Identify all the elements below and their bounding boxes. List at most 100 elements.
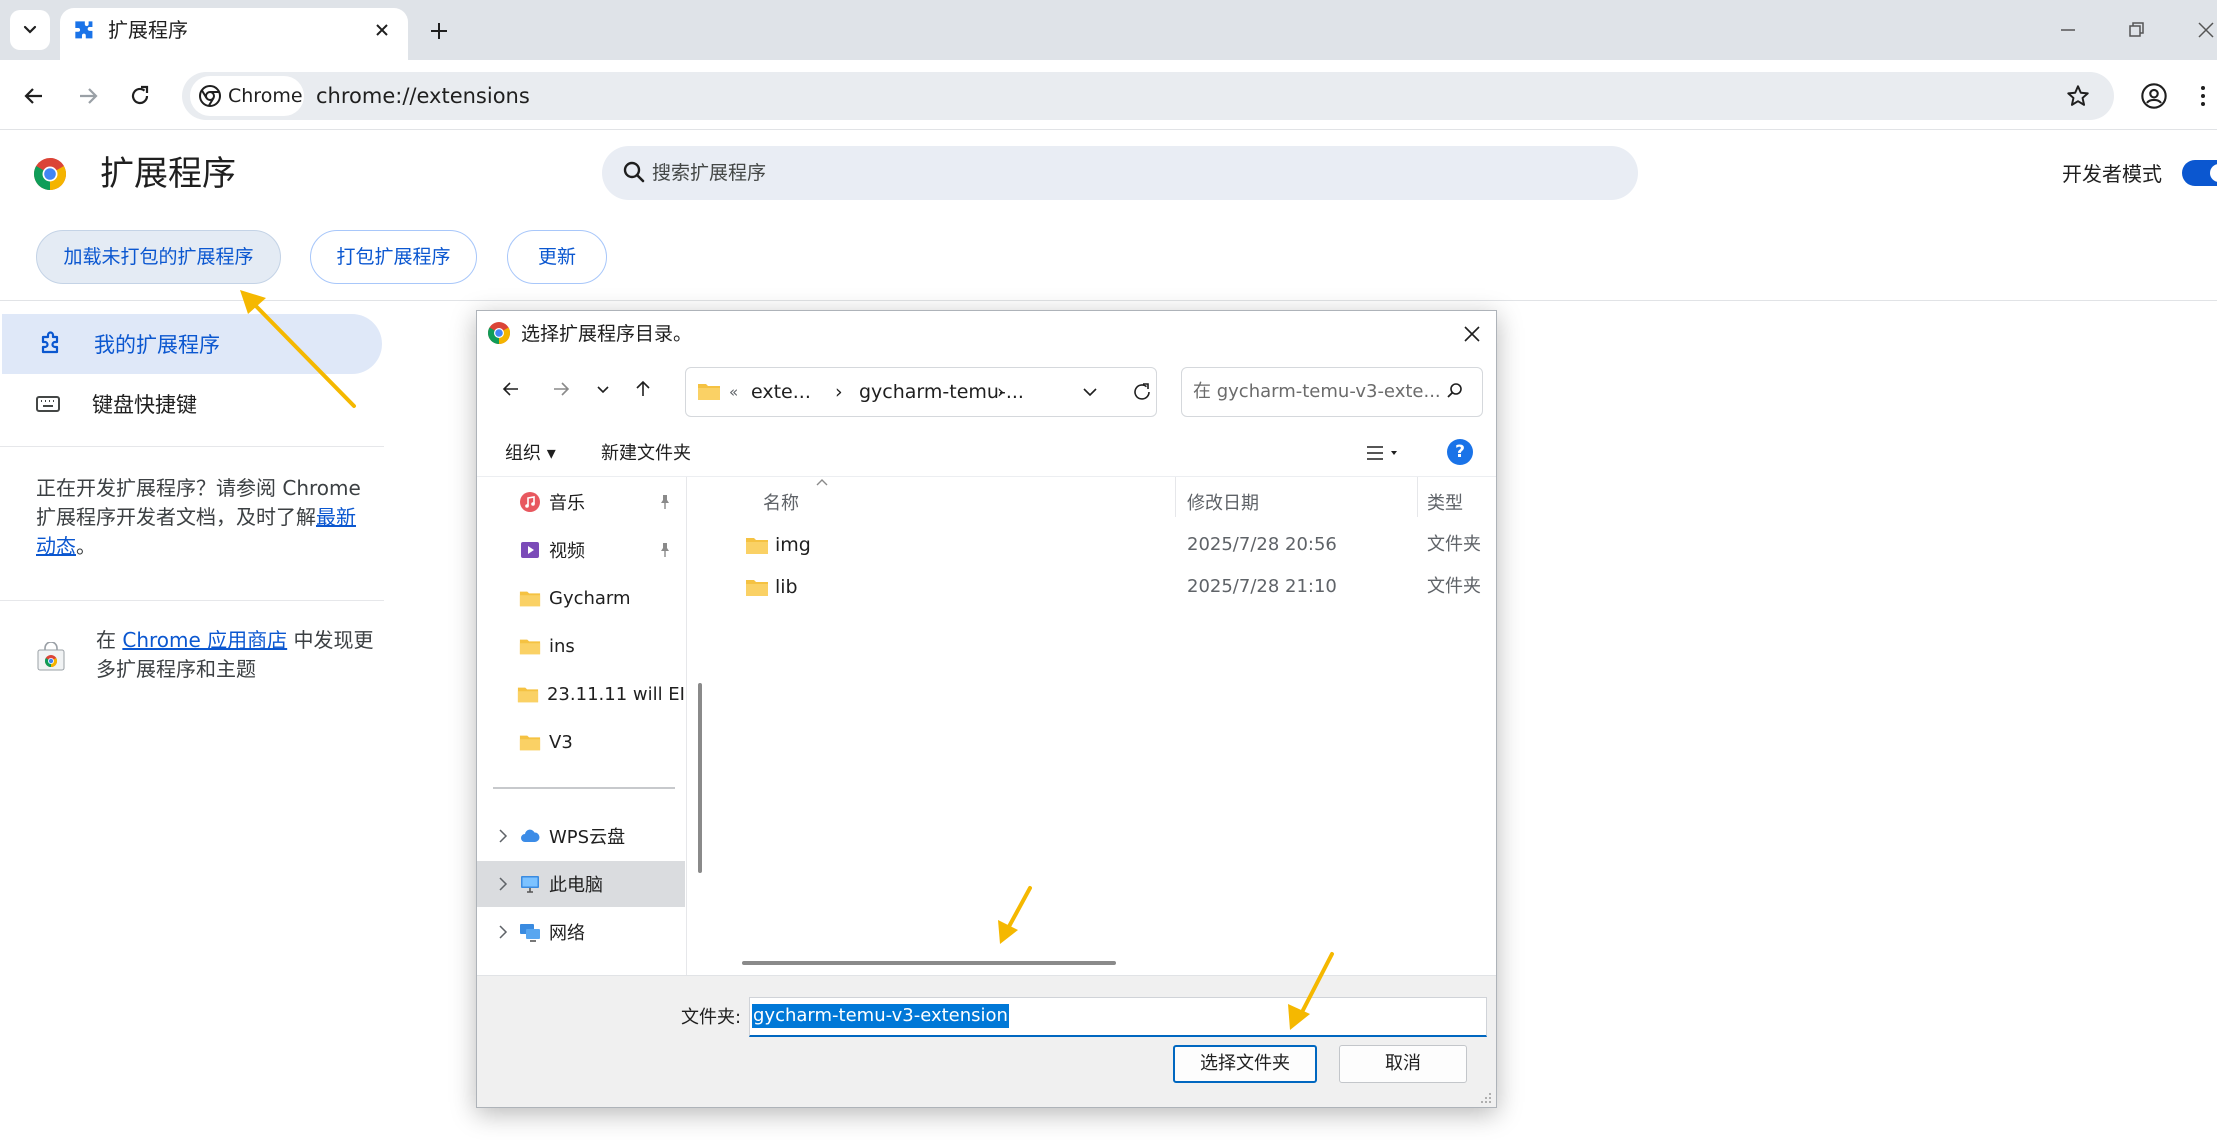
column-divider[interactable] bbox=[1175, 477, 1176, 517]
address-history-button[interactable] bbox=[1081, 383, 1099, 401]
dialog-forward-button[interactable] bbox=[543, 371, 579, 407]
dialog-close-button[interactable] bbox=[1457, 319, 1487, 349]
forward-arrow-icon bbox=[554, 382, 570, 396]
video-icon bbox=[519, 539, 541, 561]
pin-icon bbox=[661, 495, 669, 509]
new-tab-button[interactable] bbox=[422, 14, 456, 48]
file-list-scrollbar[interactable] bbox=[742, 961, 1116, 965]
view-options-button[interactable] bbox=[1363, 441, 1403, 465]
file-type: 文件夹 bbox=[1427, 534, 1481, 555]
help-icon[interactable]: ? bbox=[1447, 439, 1473, 465]
profile-button[interactable] bbox=[2132, 74, 2176, 118]
organize-menu[interactable]: 组织 ▾ bbox=[505, 439, 556, 469]
web-store-icon bbox=[36, 642, 66, 672]
cancel-button[interactable]: 取消 bbox=[1339, 1045, 1467, 1083]
annotation-arrow-icon bbox=[240, 290, 356, 408]
puzzle-icon bbox=[72, 18, 96, 42]
chevron-right-icon[interactable] bbox=[493, 826, 513, 846]
tree-item[interactable]: V3 bbox=[477, 719, 685, 765]
column-header-type[interactable]: 类型 bbox=[1427, 491, 1463, 517]
file-row[interactable]: img 2025/7/28 20:56 文件夹 bbox=[745, 527, 1485, 563]
navigation-scrollbar[interactable] bbox=[698, 683, 702, 873]
more-vert-icon bbox=[2201, 86, 2205, 106]
annotation-arrow-icon bbox=[1288, 952, 1334, 1030]
site-info-chip[interactable]: Chrome bbox=[190, 76, 304, 116]
chevron-right-icon[interactable] bbox=[493, 922, 513, 942]
column-header-date[interactable]: 修改日期 bbox=[1187, 491, 1259, 517]
tree-item[interactable]: 23.11.11 will EI bbox=[477, 671, 685, 717]
chrome-logo-icon bbox=[199, 85, 221, 107]
tree-item-label: 音乐 bbox=[549, 493, 585, 514]
recent-locations-button[interactable] bbox=[585, 371, 621, 407]
select-folder-dialog: 选择扩展程序目录。 « exte... › gycharm-temu-... ›… bbox=[476, 310, 1497, 1108]
tree-item[interactable]: WPS云盘 bbox=[477, 813, 685, 859]
forward-button[interactable] bbox=[66, 74, 110, 118]
tree-item-label: 23.11.11 will EI bbox=[546, 683, 685, 705]
tree-item[interactable]: 音乐 bbox=[477, 479, 685, 525]
tree-divider bbox=[493, 787, 675, 789]
sidebar-item-label: 我的扩展程序 bbox=[94, 333, 220, 357]
minimize-button[interactable] bbox=[2048, 12, 2088, 48]
chrome-logo-icon bbox=[487, 321, 511, 345]
reload-button[interactable] bbox=[118, 74, 162, 118]
menu-button[interactable] bbox=[2190, 74, 2216, 118]
star-icon bbox=[2067, 85, 2089, 106]
column-header-name[interactable]: 名称 bbox=[763, 491, 799, 517]
chevron-down-icon bbox=[23, 25, 37, 34]
bookmark-button[interactable] bbox=[2056, 74, 2100, 118]
plus-icon bbox=[431, 23, 447, 39]
chevron-right-icon[interactable] bbox=[493, 874, 513, 894]
close-icon bbox=[376, 24, 388, 36]
folder-icon bbox=[519, 635, 541, 657]
folder-name-input[interactable]: gycharm-temu-v3-extension bbox=[749, 997, 1487, 1037]
file-type: 文件夹 bbox=[1427, 576, 1481, 597]
tree-item-label: V3 bbox=[549, 731, 573, 753]
annotation-arrow-icon bbox=[998, 886, 1032, 944]
tree-item-label: Gycharm bbox=[549, 587, 631, 609]
tab-close-button[interactable] bbox=[368, 16, 396, 44]
web-store-link[interactable]: Chrome 应用商店 bbox=[122, 628, 287, 652]
column-divider[interactable] bbox=[1417, 477, 1418, 517]
up-folder-button[interactable] bbox=[625, 371, 661, 407]
load-unpacked-button[interactable]: 加载未打包的扩展程序 bbox=[36, 230, 281, 284]
select-folder-button[interactable]: 选择文件夹 bbox=[1173, 1045, 1317, 1083]
tab-title: 扩展程序 bbox=[108, 18, 188, 42]
window-close-button[interactable] bbox=[2186, 12, 2217, 48]
folder-label: 文件夹: bbox=[681, 1007, 742, 1028]
tree-item[interactable]: 此电脑 bbox=[477, 861, 685, 907]
address-overflow[interactable]: « bbox=[729, 379, 738, 405]
folder-icon bbox=[519, 587, 541, 609]
back-button[interactable] bbox=[12, 74, 56, 118]
dialog-search-placeholder: 在 gycharm-temu-v3-exte... bbox=[1193, 381, 1441, 402]
tree-item-label: 网络 bbox=[549, 923, 585, 944]
developer-mode-toggle[interactable] bbox=[2182, 160, 2217, 186]
tab-search-button[interactable] bbox=[10, 10, 50, 50]
restore-button[interactable] bbox=[2116, 12, 2156, 48]
url-text[interactable]: chrome://extensions bbox=[316, 82, 530, 110]
extension-icon bbox=[41, 331, 59, 354]
tree-item[interactable]: 网络 bbox=[477, 909, 685, 955]
refresh-button[interactable] bbox=[1131, 381, 1153, 403]
tree-item[interactable]: Gycharm bbox=[477, 575, 685, 621]
address-separator: › bbox=[997, 381, 1005, 403]
sidebar-divider bbox=[0, 446, 384, 447]
dialog-title: 选择扩展程序目录。 bbox=[521, 323, 693, 345]
tree-item-label: 此电脑 bbox=[549, 875, 603, 896]
tree-item[interactable]: ins bbox=[477, 623, 685, 669]
back-arrow-icon bbox=[24, 88, 42, 104]
pack-extension-button[interactable]: 打包扩展程序 bbox=[310, 230, 477, 284]
tree-item-label: WPS云盘 bbox=[549, 827, 626, 848]
tree-item[interactable]: 视频 bbox=[477, 527, 685, 573]
sidebar-divider bbox=[0, 600, 384, 601]
dialog-back-button[interactable] bbox=[493, 371, 529, 407]
resize-grip-icon[interactable] bbox=[1479, 1091, 1493, 1105]
update-button[interactable]: 更新 bbox=[507, 230, 607, 284]
file-row[interactable]: lib 2025/7/28 21:10 文件夹 bbox=[745, 569, 1485, 605]
tree-item-label: ins bbox=[549, 635, 575, 657]
music-icon bbox=[519, 491, 541, 513]
folder-icon bbox=[519, 731, 541, 753]
minimize-icon bbox=[2061, 29, 2075, 31]
folder-name-value: gycharm-temu-v3-extension bbox=[752, 1004, 1009, 1028]
new-folder-button[interactable]: 新建文件夹 bbox=[601, 439, 691, 469]
address-segment[interactable]: exte... bbox=[751, 379, 811, 405]
